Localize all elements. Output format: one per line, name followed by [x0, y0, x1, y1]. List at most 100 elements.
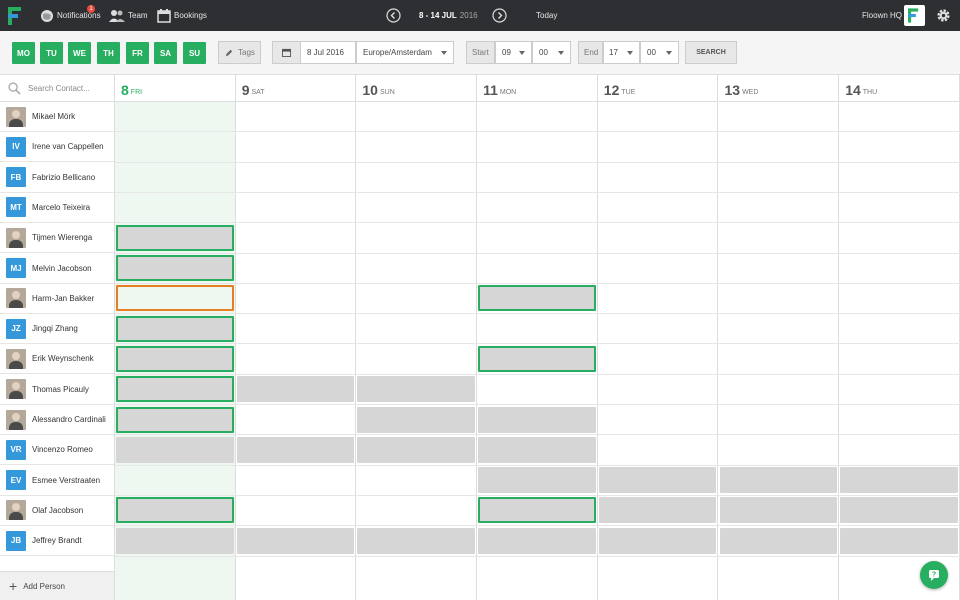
contact-row[interactable]: Tijmen Wierenga — [0, 223, 114, 254]
contact-row[interactable]: EV Esmee Verstraaten — [0, 466, 114, 496]
booking-slot-busy[interactable] — [116, 527, 234, 554]
contact-row[interactable]: VR Vincenzo Romeo — [0, 435, 114, 466]
booking-slot-busy[interactable] — [719, 527, 838, 554]
booking-slot-busy[interactable] — [236, 527, 355, 554]
nav-team[interactable]: Team — [109, 0, 148, 31]
row-divider — [115, 282, 960, 284]
contact-name: Harm-Jan Bakker — [32, 293, 95, 303]
start-minute-select[interactable]: 00 — [532, 41, 571, 64]
weekday-toggle-th[interactable]: TH — [97, 42, 120, 64]
booking-slot-selected[interactable] — [116, 255, 234, 281]
date-picker[interactable]: 8 Jul 2016 — [272, 41, 356, 64]
booking-slot-busy[interactable] — [719, 497, 838, 524]
end-hour-select[interactable]: 17 — [603, 41, 640, 64]
add-person-label: Add Person — [23, 581, 65, 591]
booking-slot-busy[interactable] — [236, 436, 355, 463]
help-button[interactable]: ? — [920, 561, 948, 589]
nav-bookings[interactable]: Bookings — [157, 0, 207, 31]
avatar-initials: VR — [6, 439, 26, 460]
tags-button[interactable]: Tags — [218, 41, 261, 64]
booking-slot-busy[interactable] — [598, 497, 717, 524]
day-header[interactable]: 12 TUE — [597, 75, 719, 102]
booking-slot-selected[interactable] — [116, 497, 234, 524]
contact-row[interactable]: Mikael Mörk — [0, 102, 114, 132]
booking-slot-busy[interactable] — [478, 436, 596, 463]
booking-slot-busy[interactable] — [478, 527, 596, 554]
row-divider — [115, 464, 960, 466]
booking-slot-selected[interactable] — [116, 315, 234, 342]
contact-row[interactable]: MT Marcelo Teixeira — [0, 193, 114, 223]
next-week-button[interactable] — [492, 0, 510, 31]
add-person-button[interactable]: + Add Person — [0, 571, 114, 600]
row-divider — [115, 555, 960, 557]
weekday-toggle-sa[interactable]: SA — [154, 42, 177, 64]
settings-button[interactable] — [936, 0, 954, 31]
contact-row[interactable]: Thomas Picauly — [0, 375, 114, 405]
booking-slot-selected[interactable] — [116, 224, 234, 251]
contact-row[interactable]: Harm-Jan Bakker — [0, 284, 114, 314]
start-minute-value: 00 — [539, 48, 548, 57]
today-button[interactable]: Today — [536, 0, 557, 31]
contact-row[interactable]: FB Fabrizio Bellicano — [0, 163, 114, 193]
weekday-toggle-su[interactable]: SU — [183, 42, 206, 64]
app-logo[interactable] — [8, 0, 25, 31]
booking-slot-busy[interactable] — [116, 436, 234, 463]
booking-slot-busy[interactable] — [478, 467, 596, 494]
date-picker-button[interactable] — [273, 42, 301, 63]
row-divider — [115, 525, 960, 527]
weekday-toggle-mo[interactable]: MO — [12, 42, 35, 64]
globe-icon — [41, 9, 53, 22]
end-minute-select[interactable]: 00 — [640, 41, 679, 64]
booking-slot-busy[interactable] — [719, 467, 838, 494]
day-header[interactable]: 11 MON — [477, 75, 598, 102]
booking-slot-busy[interactable] — [478, 406, 596, 433]
contact-row[interactable]: JZ Jingqi Zhang — [0, 314, 114, 345]
booking-slot-selected[interactable] — [478, 285, 596, 312]
team-icon — [109, 9, 125, 22]
nav-notifications[interactable]: 1 Notifications — [40, 0, 101, 31]
contact-search[interactable]: Search Contact... — [0, 75, 114, 102]
day-label: TUE — [621, 89, 636, 96]
booking-slot-busy[interactable] — [357, 527, 476, 554]
booking-slot-conflict[interactable] — [116, 285, 234, 312]
booking-slot-selected[interactable] — [116, 345, 234, 372]
day-header[interactable]: 8 FRI — [115, 75, 236, 102]
booking-slot-busy[interactable] — [840, 527, 958, 554]
organization-logo[interactable] — [904, 5, 925, 26]
avatar-initials: JB — [6, 530, 26, 551]
chevron-down-icon — [441, 51, 447, 55]
contact-name: Olaf Jacobson — [32, 505, 84, 515]
start-hour-select[interactable]: 09 — [495, 41, 532, 64]
day-header[interactable]: 9 SAT — [235, 75, 357, 102]
contact-row[interactable]: JB Jeffrey Brandt — [0, 526, 114, 557]
booking-slot-busy[interactable] — [840, 497, 958, 524]
booking-slot-busy[interactable] — [357, 376, 476, 403]
booking-slot-busy[interactable] — [236, 376, 355, 403]
weekday-toggle-we[interactable]: WE — [68, 42, 91, 64]
day-header[interactable]: 13 WED — [718, 75, 840, 102]
booking-slot-busy[interactable] — [598, 527, 717, 554]
contact-row[interactable]: Olaf Jacobson — [0, 496, 114, 526]
day-header[interactable]: 14 THU — [839, 75, 960, 102]
search-button[interactable]: SEARCH — [685, 41, 737, 64]
contact-row[interactable]: IV Irene van Cappellen — [0, 132, 114, 163]
contact-row[interactable]: MJ Melvin Jacobson — [0, 254, 114, 284]
day-header[interactable]: 10 SUN — [356, 75, 478, 102]
weekday-toggle-tu[interactable]: TU — [40, 42, 63, 64]
organization-name[interactable]: Floown HQ — [862, 0, 902, 31]
timezone-select[interactable]: Europe/Amsterdam — [356, 41, 454, 64]
booking-slot-selected[interactable] — [478, 497, 596, 524]
booking-slot-selected[interactable] — [116, 406, 234, 433]
avatar-photo — [6, 379, 26, 400]
prev-week-button[interactable] — [386, 0, 404, 31]
booking-slot-busy[interactable] — [357, 436, 476, 463]
weekday-toggle-fr[interactable]: FR — [126, 42, 149, 64]
booking-slot-busy[interactable] — [598, 467, 717, 494]
booking-slot-selected[interactable] — [116, 376, 234, 403]
booking-slot-selected[interactable] — [478, 345, 596, 372]
booking-slot-busy[interactable] — [357, 406, 476, 433]
contact-row[interactable]: Erik Weynschenk — [0, 344, 114, 375]
contact-row[interactable]: Alessandro Cardinali — [0, 405, 114, 435]
search-input[interactable]: Search Contact... — [28, 84, 90, 93]
booking-slot-busy[interactable] — [840, 467, 958, 494]
